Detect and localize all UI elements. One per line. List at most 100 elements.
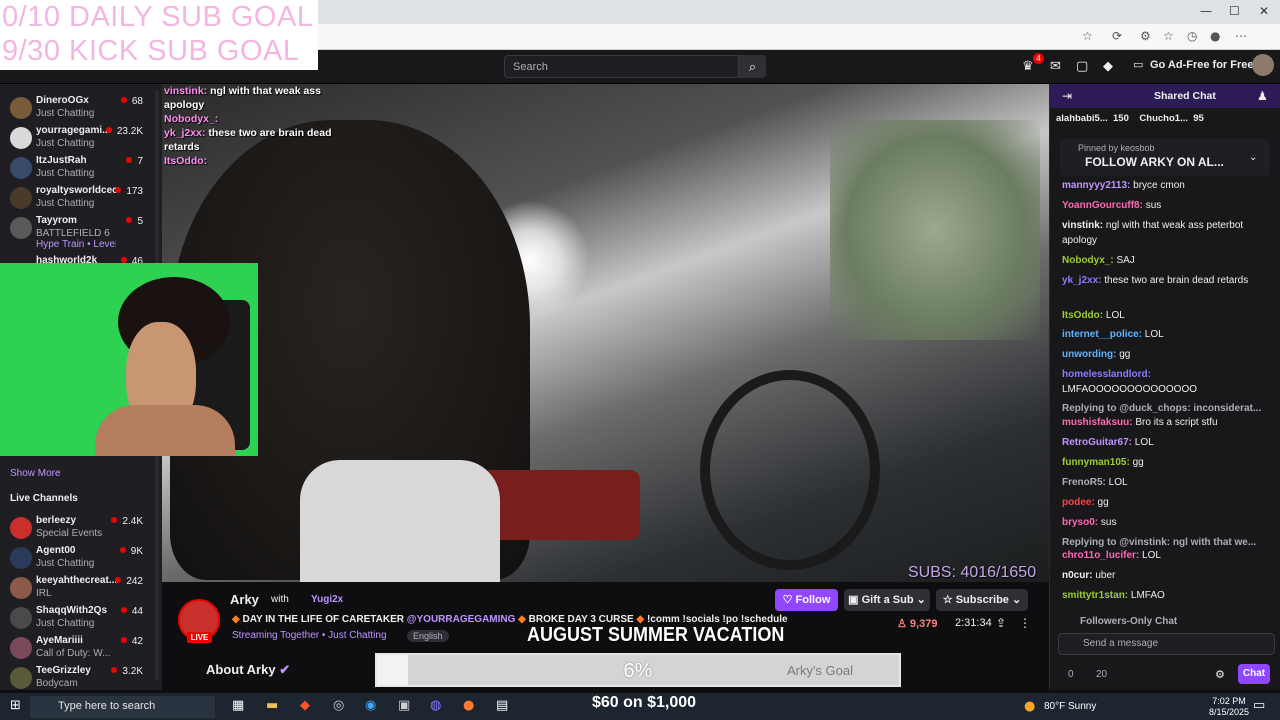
brave-icon[interactable]: ◆ bbox=[300, 698, 310, 713]
taskbar-weather[interactable]: 80°F Sunny bbox=[1044, 701, 1096, 712]
subscribe-button[interactable]: ☆ Subscribe ⌄ bbox=[936, 589, 1028, 611]
channel-points[interactable]: 0 bbox=[1068, 669, 1074, 680]
channel-name: royaltysworldceo bbox=[36, 185, 116, 196]
sidebar-channel[interactable]: DineroOGx Just Chatting 68 bbox=[0, 93, 155, 123]
show-more-link[interactable]: Show More bbox=[10, 468, 61, 479]
chat-username[interactable]: unwording: bbox=[1062, 349, 1116, 360]
app-icon[interactable]: ▣ bbox=[398, 698, 410, 713]
clock-date: 8/15/2025 bbox=[1209, 707, 1250, 717]
stream-category[interactable]: Streaming Together • Just Chatting bbox=[232, 630, 387, 641]
chat-send-button[interactable]: Chat bbox=[1238, 664, 1270, 684]
channel-category: Just Chatting bbox=[36, 168, 95, 179]
sidebar-live-channel[interactable]: Agent00 Just Chatting 9K bbox=[0, 543, 155, 573]
weather-icon: ● bbox=[1024, 699, 1036, 714]
sidebar-channel[interactable]: yourragegami... Just Chatting 23.2K bbox=[0, 123, 155, 153]
chat-username[interactable]: vinstink: bbox=[1062, 220, 1103, 231]
notifications-icon[interactable]: ▭ bbox=[1253, 698, 1265, 713]
chat-input[interactable]: Send a message bbox=[1058, 633, 1275, 655]
chat-username[interactable]: podee: bbox=[1062, 497, 1095, 508]
viewer-count: 7 bbox=[126, 156, 143, 167]
chat-username[interactable]: Replying to @vinstink: ngl with that we.… bbox=[1062, 537, 1256, 548]
history-icon[interactable]: ◷ bbox=[1187, 29, 1197, 43]
app-icon[interactable]: ◍ bbox=[430, 698, 441, 713]
viewer-count: 44 bbox=[121, 606, 143, 617]
search-input[interactable]: Search bbox=[504, 55, 739, 78]
pinned-message-text: FOLLOW ARKY ON AL... bbox=[1085, 155, 1224, 169]
go-ad-free-button[interactable]: Go Ad-Free for Free bbox=[1150, 59, 1254, 71]
chat-username[interactable]: mannyyy2113: bbox=[1062, 180, 1130, 191]
more-options-icon[interactable]: ⋮ bbox=[1019, 616, 1031, 630]
windows-start-icon[interactable]: ⊞ bbox=[10, 698, 21, 713]
follow-button[interactable]: ♡ Follow bbox=[775, 589, 838, 611]
sidebar-live-channel[interactable]: berleezy Special Events 2.4K bbox=[0, 513, 155, 543]
prime-crown-icon[interactable]: ♛ bbox=[1022, 59, 1034, 74]
chat-username[interactable]: Replying to @duck_chops: inconsiderat... bbox=[1062, 403, 1261, 414]
chat-username[interactable]: RetroGuitar67: bbox=[1062, 437, 1132, 448]
chat-text: LOL bbox=[1132, 437, 1154, 448]
gift-sub-button[interactable]: ▣ Gift a Sub ⌄ bbox=[844, 589, 930, 611]
edge-icon[interactable]: ◉ bbox=[365, 698, 376, 713]
bits-icon[interactable]: ◆ bbox=[1103, 59, 1113, 74]
chat-text: uber bbox=[1092, 570, 1116, 581]
collapse-chat-icon[interactable]: ⇥ bbox=[1062, 89, 1072, 103]
sidebar-live-channel[interactable]: TeeGrizzley Bodycam 3.2K bbox=[0, 663, 155, 693]
chat-username[interactable]: Nobodyx_: bbox=[1062, 255, 1114, 266]
chat-username[interactable]: ItsOddo: bbox=[1062, 310, 1103, 321]
chat-users-icon[interactable]: ♟ bbox=[1257, 89, 1268, 103]
chat-text: LOL bbox=[1103, 310, 1125, 321]
stream-title-mention[interactable]: @YOURRAGEGAMING bbox=[407, 614, 516, 625]
gear-icon[interactable]: ⚙ bbox=[1215, 668, 1225, 681]
close-icon[interactable]: ✕ bbox=[1259, 4, 1269, 18]
chat-username[interactable]: YoannGourcuff8: bbox=[1062, 200, 1143, 211]
taskbar-clock[interactable]: 7:02 PM 8/15/2025 bbox=[1209, 696, 1249, 718]
collab-streamer-name[interactable]: Yugi2x bbox=[311, 594, 343, 605]
channel-category: BATTLEFIELD 6 bbox=[36, 228, 110, 239]
channel-name: TeeGrizzley bbox=[36, 665, 91, 676]
channel-avatar bbox=[10, 637, 32, 659]
chat-username[interactable]: smittytr1stan: bbox=[1062, 590, 1128, 601]
channel-points-secondary[interactable]: 20 bbox=[1096, 669, 1107, 680]
streamer-name[interactable]: Arky bbox=[230, 592, 259, 607]
extensions-icon[interactable]: ⚙ bbox=[1140, 29, 1151, 43]
stream-title-part: DAY IN THE LIFE OF CARETAKER bbox=[242, 614, 407, 625]
file-explorer-icon[interactable]: ▬ bbox=[266, 698, 278, 713]
user-avatar[interactable] bbox=[1252, 54, 1274, 76]
search-icon[interactable]: ⌕ bbox=[739, 55, 766, 78]
chat-username[interactable]: yk_j2xx: bbox=[1062, 275, 1101, 286]
bookmark-star-icon[interactable]: ☆ bbox=[1082, 29, 1093, 43]
chat-username[interactable]: n0cur: bbox=[1062, 570, 1093, 581]
chat-username[interactable]: chro11o_lucifer: bbox=[1062, 550, 1139, 561]
chat-username[interactable]: funnyman105: bbox=[1062, 457, 1130, 468]
firefox-icon[interactable]: ● bbox=[463, 698, 474, 713]
chat-username[interactable]: bryso0: bbox=[1062, 517, 1098, 528]
app-icon[interactable]: ◎ bbox=[333, 698, 344, 713]
favorites-icon[interactable]: ☆ bbox=[1163, 29, 1174, 43]
taskbar-search[interactable]: Type here to search bbox=[30, 696, 215, 718]
task-view-icon[interactable]: ▦ bbox=[232, 698, 244, 713]
sidebar-channel[interactable]: royaltysworldceo Just Chatting 173 bbox=[0, 183, 155, 213]
menu-dots-icon[interactable]: ⋯ bbox=[1235, 29, 1247, 43]
goal-label: Arky's Goal bbox=[786, 663, 853, 678]
minimize-icon[interactable]: — bbox=[1200, 4, 1212, 18]
chat-username[interactable]: FrenoR5: bbox=[1062, 477, 1106, 488]
share-icon[interactable]: ⇪ bbox=[996, 616, 1006, 630]
sidebar-live-channel[interactable]: AyeMariiii Call of Duty: W... 42 bbox=[0, 633, 155, 663]
inbox-icon[interactable]: ✉ bbox=[1050, 59, 1061, 74]
chat-username[interactable]: mushisfaksuu: bbox=[1062, 417, 1133, 428]
chevron-down-icon[interactable]: ⌄ bbox=[1249, 152, 1257, 163]
viewer-count: 23.2K bbox=[106, 126, 143, 137]
sidebar-channel[interactable]: ItzJustRah Just Chatting 7 bbox=[0, 153, 155, 183]
app-icon[interactable]: ▤ bbox=[496, 698, 508, 713]
whispers-icon[interactable]: ▢ bbox=[1076, 59, 1088, 74]
gift-leaderboard[interactable]: alahbabi5... 150 Chucho1... 95 bbox=[1050, 110, 1280, 130]
chat-username[interactable]: homelesslandlord: bbox=[1062, 369, 1151, 380]
sidebar-live-channel[interactable]: keeyahthecreat... IRL 242 bbox=[0, 573, 155, 603]
chat-username[interactable]: internet__police: bbox=[1062, 329, 1142, 340]
channel-avatar bbox=[10, 607, 32, 629]
profile-icon[interactable]: ● bbox=[1210, 29, 1220, 43]
sidebar-channel[interactable]: Tayyrom BATTLEFIELD 6 5 Hype Train • Lev… bbox=[0, 213, 155, 251]
language-tag[interactable]: English bbox=[407, 630, 449, 642]
refresh-icon[interactable]: ⟳ bbox=[1112, 29, 1122, 43]
maximize-icon[interactable]: ☐ bbox=[1229, 4, 1240, 18]
sidebar-live-channel[interactable]: ShaqqWith2Qs Just Chatting 44 bbox=[0, 603, 155, 633]
